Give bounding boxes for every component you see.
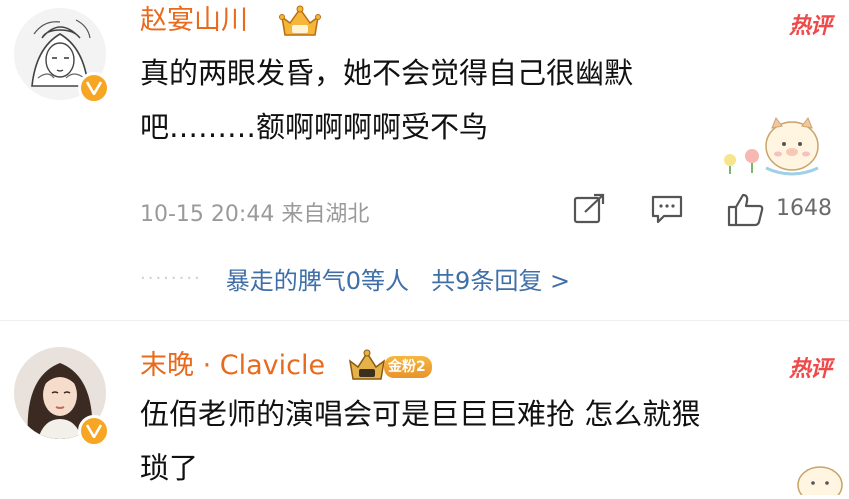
comment-meta: 10-15 20:44 来自湖北 xyxy=(140,196,369,228)
like-count: 1648 xyxy=(776,196,832,221)
comment-location: 来自湖北 xyxy=(281,202,370,227)
crown-badge-icon[interactable] xyxy=(278,5,322,43)
crown-badge-icon[interactable] xyxy=(347,349,387,387)
reply-users-link[interactable]: 暴走的脾气0等人 xyxy=(226,261,409,296)
comment-text: 伍佰老师的演唱会可是巨巨巨难抢 怎么就猥 琐了 xyxy=(140,387,700,495)
hot-comment-badge: 热评 xyxy=(788,357,832,382)
username[interactable]: 末晚 · Clavicle xyxy=(140,349,325,383)
pig-sticker-icon xyxy=(795,459,845,499)
hot-comment-badge: 热评 xyxy=(788,14,832,39)
comment-text-line: 吧………额啊啊啊啊受不鸟 xyxy=(140,110,489,144)
reply-summary[interactable]: ········ 暴走的脾气0等人 共9条回复 > xyxy=(140,256,570,300)
comment-text-line: 伍佰老师的演唱会可是巨巨巨难抢 怎么就猥 xyxy=(140,397,701,431)
comment-time: 10-15 20:44 xyxy=(140,202,275,227)
verified-icon xyxy=(78,415,110,447)
share-icon[interactable] xyxy=(572,193,606,229)
fan-level-badge[interactable]: 金粉2 xyxy=(384,356,432,378)
verified-icon xyxy=(78,72,110,104)
comment-card: 赵宴山川 热评 真的两眼发昏，她不会觉得自己很幽默 吧………额啊啊啊啊受不鸟 1… xyxy=(0,0,849,320)
view-replies-link[interactable]: 共9条回复 > xyxy=(431,261,570,296)
comment-text-line: 琐了 xyxy=(140,451,199,485)
comment-text-line: 真的两眼发昏，她不会觉得自己很幽默 xyxy=(140,56,634,90)
reply-dots: ········ xyxy=(140,267,202,289)
pig-sticker-icon xyxy=(718,110,822,180)
like-icon[interactable] xyxy=(726,193,766,231)
comment-icon[interactable] xyxy=(650,193,684,229)
comment-card: 末晚 · Clavicle 金粉2 热评 伍佰老师的演唱会可是巨巨巨难抢 怎么就… xyxy=(0,320,849,499)
username[interactable]: 赵宴山川 xyxy=(140,4,248,38)
comment-text: 真的两眼发昏，她不会觉得自己很幽默 吧………额啊啊啊啊受不鸟 xyxy=(140,46,633,154)
